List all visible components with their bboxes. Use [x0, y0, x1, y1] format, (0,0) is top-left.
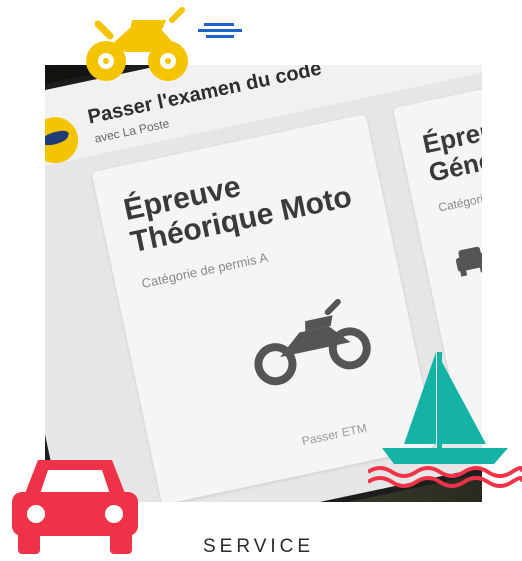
- card-subtitle: Catégorie de permis A: [140, 249, 270, 292]
- card-title: Épreuve Théorique Moto: [120, 170, 355, 260]
- motorcycle-icon: [254, 298, 371, 386]
- la-poste-bird-icon: [45, 128, 71, 148]
- la-poste-logo: [45, 112, 83, 168]
- card-subtitle: Catégorie de: [437, 187, 482, 215]
- speed-lines-icon: [198, 23, 242, 38]
- service-caption: SERVICE: [203, 536, 315, 557]
- yellow-motorcycle-icon: [86, 7, 188, 81]
- card-link[interactable]: Passer ETM: [301, 421, 368, 448]
- car-icon: [455, 246, 482, 277]
- card-title: Épreuve Générale: [419, 108, 482, 188]
- red-car-icon: [12, 460, 138, 554]
- sailboat-icon: [368, 352, 522, 488]
